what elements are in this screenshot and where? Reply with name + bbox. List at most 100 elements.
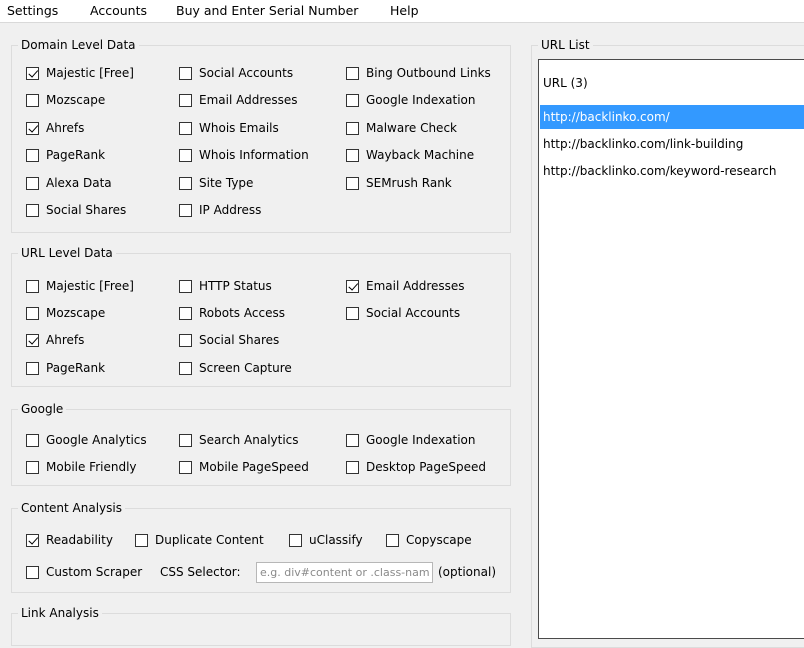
- checkbox[interactable]: [179, 121, 192, 135]
- checkbox[interactable]: [26, 333, 39, 347]
- menu-accounts[interactable]: Accounts: [90, 3, 147, 18]
- domain-option[interactable]: PageRank: [26, 147, 105, 163]
- checkbox[interactable]: [26, 306, 39, 320]
- option-label: Google Indexation: [366, 433, 476, 447]
- domain-option[interactable]: IP Address: [179, 202, 261, 218]
- url-option[interactable]: Social Shares: [179, 332, 279, 348]
- domain-option[interactable]: Majestic [Free]: [26, 65, 134, 81]
- domain-option[interactable]: Wayback Machine: [346, 147, 474, 163]
- domain-option[interactable]: Mozscape: [26, 92, 105, 108]
- checkbox[interactable]: [346, 66, 359, 80]
- domain-option[interactable]: Site Type: [179, 175, 253, 191]
- checkbox[interactable]: [179, 203, 192, 217]
- option-label: Desktop PageSpeed: [366, 460, 486, 474]
- content-option[interactable]: Copyscape: [386, 532, 472, 548]
- checkbox[interactable]: [386, 533, 399, 547]
- checkbox[interactable]: [26, 66, 39, 80]
- domain-option[interactable]: Social Shares: [26, 202, 126, 218]
- google-option[interactable]: Google Analytics: [26, 432, 147, 448]
- checkbox[interactable]: [346, 121, 359, 135]
- menu-buy-serial[interactable]: Buy and Enter Serial Number: [176, 3, 358, 18]
- checkbox[interactable]: [179, 93, 192, 107]
- menu-settings[interactable]: Settings: [7, 3, 58, 18]
- url-option[interactable]: Ahrefs: [26, 332, 84, 348]
- url-list-row[interactable]: http://backlinko.com/keyword-research: [540, 159, 804, 183]
- checkbox[interactable]: [26, 121, 39, 135]
- url-option[interactable]: Email Addresses: [346, 278, 465, 294]
- option-label: Social Shares: [199, 333, 280, 347]
- option-label: uClassify: [309, 533, 363, 547]
- domain-option[interactable]: Google Indexation: [346, 92, 476, 108]
- option-label: Email Addresses: [366, 279, 465, 293]
- checkbox[interactable]: [179, 148, 192, 162]
- google-option[interactable]: Search Analytics: [179, 432, 299, 448]
- domain-option[interactable]: Whois Emails: [179, 120, 279, 136]
- google-option[interactable]: Google Indexation: [346, 432, 476, 448]
- domain-option[interactable]: Alexa Data: [26, 175, 112, 191]
- menu-help[interactable]: Help: [390, 3, 419, 18]
- option-label: IP Address: [199, 203, 262, 217]
- google-option[interactable]: Mobile PageSpeed: [179, 459, 309, 475]
- domain-option[interactable]: Email Addresses: [179, 92, 298, 108]
- checkbox[interactable]: [26, 533, 39, 547]
- checkbox[interactable]: [346, 433, 359, 447]
- checkbox[interactable]: [346, 279, 359, 293]
- checkbox[interactable]: [346, 93, 359, 107]
- url-option[interactable]: HTTP Status: [179, 278, 272, 294]
- checkbox[interactable]: [26, 460, 39, 474]
- google-option[interactable]: Desktop PageSpeed: [346, 459, 486, 475]
- checkbox[interactable]: [26, 93, 39, 107]
- url-option[interactable]: Social Accounts: [346, 305, 460, 321]
- checkbox[interactable]: [26, 203, 39, 217]
- checkbox[interactable]: [26, 176, 39, 190]
- url-list-title: URL List: [541, 38, 590, 52]
- domain-option[interactable]: Malware Check: [346, 120, 457, 136]
- checkbox[interactable]: [346, 148, 359, 162]
- content-option[interactable]: uClassify: [289, 532, 363, 548]
- checkbox[interactable]: [179, 333, 192, 347]
- domain-option[interactable]: Bing Outbound Links: [346, 65, 491, 81]
- checkbox[interactable]: [135, 533, 148, 547]
- url-option[interactable]: Mozscape: [26, 305, 105, 321]
- option-label: Custom Scraper: [46, 565, 143, 579]
- domain-option[interactable]: SEMrush Rank: [346, 175, 452, 191]
- url-option[interactable]: PageRank: [26, 360, 105, 376]
- checkbox[interactable]: [179, 66, 192, 80]
- domain-option[interactable]: Whois Information: [179, 147, 309, 163]
- url-option[interactable]: Screen Capture: [179, 360, 292, 376]
- url-option[interactable]: Majestic [Free]: [26, 278, 134, 294]
- css-selector-input[interactable]: [256, 562, 433, 583]
- domain-option[interactable]: Social Accounts: [179, 65, 293, 81]
- checkbox[interactable]: [26, 565, 39, 579]
- checkbox[interactable]: [179, 176, 192, 190]
- option-label: SEMrush Rank: [366, 176, 452, 190]
- content-option[interactable]: Duplicate Content: [135, 532, 264, 548]
- checkbox[interactable]: [26, 279, 39, 293]
- url-list-row[interactable]: http://backlinko.com/link-building: [540, 132, 804, 156]
- checkbox[interactable]: [289, 533, 302, 547]
- domain-option[interactable]: Ahrefs: [26, 120, 84, 136]
- checkbox[interactable]: [179, 460, 192, 474]
- url-list-header[interactable]: URL (3): [543, 76, 588, 90]
- google-option[interactable]: Mobile Friendly: [26, 459, 137, 475]
- checkbox[interactable]: [346, 176, 359, 190]
- url-list-box[interactable]: URL (3) http://backlinko.com/ http://bac…: [538, 59, 804, 639]
- option-label: HTTP Status: [199, 279, 272, 293]
- checkbox[interactable]: [26, 361, 39, 375]
- checkbox[interactable]: [346, 306, 359, 320]
- content-option[interactable]: Custom Scraper: [26, 564, 142, 580]
- google-title: Google: [21, 402, 64, 416]
- option-label: Duplicate Content: [155, 533, 264, 547]
- url-list-row[interactable]: http://backlinko.com/: [540, 105, 804, 129]
- option-label: Mobile PageSpeed: [199, 460, 309, 474]
- checkbox[interactable]: [179, 433, 192, 447]
- checkbox[interactable]: [346, 460, 359, 474]
- option-label: Bing Outbound Links: [366, 66, 491, 80]
- content-option[interactable]: Readability: [26, 532, 113, 548]
- checkbox[interactable]: [179, 361, 192, 375]
- checkbox[interactable]: [26, 433, 39, 447]
- url-option[interactable]: Robots Access: [179, 305, 285, 321]
- checkbox[interactable]: [179, 279, 192, 293]
- checkbox[interactable]: [26, 148, 39, 162]
- checkbox[interactable]: [179, 306, 192, 320]
